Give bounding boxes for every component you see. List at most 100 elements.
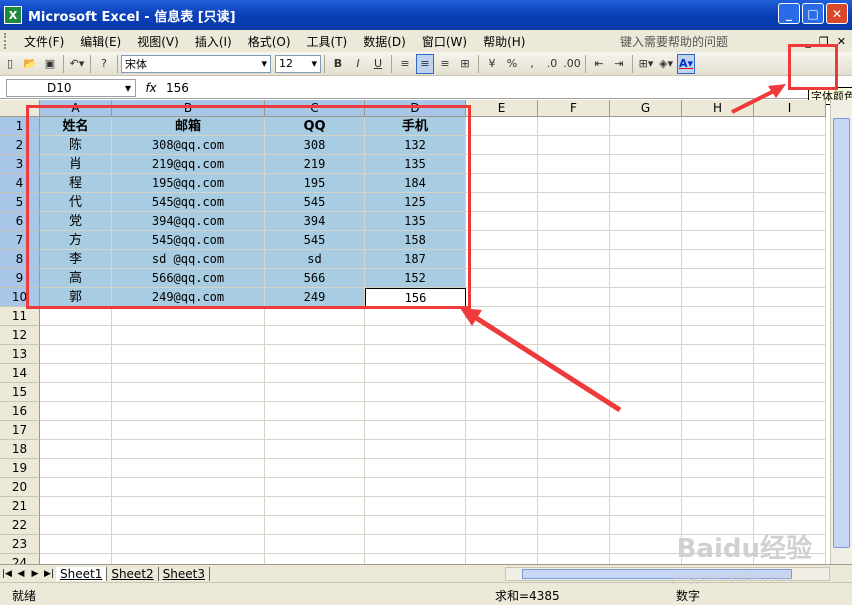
cell-f4[interactable] [538, 174, 610, 193]
cell-d15[interactable] [365, 383, 466, 402]
align-right-icon[interactable]: ≡ [436, 54, 454, 74]
cell-d17[interactable] [365, 421, 466, 440]
font-color-button[interactable]: A▾ [677, 53, 695, 74]
cell-e2[interactable] [466, 136, 538, 155]
cell-c12[interactable] [265, 326, 365, 345]
cell-e14[interactable] [466, 364, 538, 383]
cell-a10[interactable]: 郭 [40, 288, 112, 307]
cell-g15[interactable] [610, 383, 682, 402]
cell-a14[interactable] [40, 364, 112, 383]
close-button[interactable]: ✕ [826, 3, 848, 24]
cell-e24[interactable] [466, 554, 538, 564]
cell-c23[interactable] [265, 535, 365, 554]
cell-d22[interactable] [365, 516, 466, 535]
cell-e21[interactable] [466, 497, 538, 516]
help-search-input[interactable]: 键入需要帮助的问题 [620, 33, 728, 50]
cell-g8[interactable] [610, 250, 682, 269]
row-header-13[interactable]: 13 [0, 345, 40, 364]
cell-b7[interactable]: 545@qq.com [112, 231, 265, 250]
row-header-17[interactable]: 17 [0, 421, 40, 440]
cell-h11[interactable] [682, 307, 754, 326]
sheet-tab-3[interactable]: Sheet3 [159, 566, 210, 581]
cell-e5[interactable] [466, 193, 538, 212]
menu-edit[interactable]: 编辑(E) [72, 33, 129, 50]
cell-c15[interactable] [265, 383, 365, 402]
cell-d20[interactable] [365, 478, 466, 497]
cell-a16[interactable] [40, 402, 112, 421]
cell-b12[interactable] [112, 326, 265, 345]
cell-c6[interactable]: 394 [265, 212, 365, 231]
cell-b11[interactable] [112, 307, 265, 326]
cell-a23[interactable] [40, 535, 112, 554]
cell-c7[interactable]: 545 [265, 231, 365, 250]
column-header-b[interactable]: B [112, 100, 265, 117]
cell-d13[interactable] [365, 345, 466, 364]
row-header-16[interactable]: 16 [0, 402, 40, 421]
cell-a17[interactable] [40, 421, 112, 440]
cell-b16[interactable] [112, 402, 265, 421]
row-header-19[interactable]: 19 [0, 459, 40, 478]
cell-c3[interactable]: 219 [265, 155, 365, 174]
cell-g14[interactable] [610, 364, 682, 383]
cell-d6[interactable]: 135 [365, 212, 466, 231]
cell-h15[interactable] [682, 383, 754, 402]
cell-a1[interactable]: 姓名 [40, 117, 112, 136]
cell-d24[interactable] [365, 554, 466, 564]
column-header-a[interactable]: A [40, 100, 112, 117]
row-header-1[interactable]: 1 [0, 117, 40, 136]
cell-c24[interactable] [265, 554, 365, 564]
cell-a8[interactable]: 李 [40, 250, 112, 269]
cell-e8[interactable] [466, 250, 538, 269]
column-header-e[interactable]: E [466, 100, 538, 117]
doc-minimize-button[interactable]: _ [805, 35, 811, 48]
cell-f3[interactable] [538, 155, 610, 174]
menu-data[interactable]: 数据(D) [355, 33, 414, 50]
cell-d1[interactable]: 手机 [365, 117, 466, 136]
decrease-decimal-icon[interactable]: .00 [563, 54, 581, 74]
row-header-24[interactable]: 24 [0, 554, 40, 564]
cell-f22[interactable] [538, 516, 610, 535]
cell-g13[interactable] [610, 345, 682, 364]
cell-f1[interactable] [538, 117, 610, 136]
row-header-12[interactable]: 12 [0, 326, 40, 345]
new-icon[interactable]: ▯ [1, 54, 19, 74]
cell-g1[interactable] [610, 117, 682, 136]
cell-f23[interactable] [538, 535, 610, 554]
cell-g12[interactable] [610, 326, 682, 345]
cell-e4[interactable] [466, 174, 538, 193]
cell-i2[interactable] [754, 136, 826, 155]
cell-i16[interactable] [754, 402, 826, 421]
function-icon[interactable]: fx [136, 81, 166, 95]
column-header-i[interactable]: I [754, 100, 826, 117]
cell-a15[interactable] [40, 383, 112, 402]
cell-g18[interactable] [610, 440, 682, 459]
cell-d23[interactable] [365, 535, 466, 554]
font-size-select[interactable]: 12 ▾ [275, 54, 321, 73]
cell-a9[interactable]: 高 [40, 269, 112, 288]
cell-c5[interactable]: 545 [265, 193, 365, 212]
cell-a13[interactable] [40, 345, 112, 364]
cell-e22[interactable] [466, 516, 538, 535]
cell-g23[interactable] [610, 535, 682, 554]
cell-e18[interactable] [466, 440, 538, 459]
cell-e19[interactable] [466, 459, 538, 478]
cell-i5[interactable] [754, 193, 826, 212]
cell-g4[interactable] [610, 174, 682, 193]
cell-d18[interactable] [365, 440, 466, 459]
row-header-11[interactable]: 11 [0, 307, 40, 326]
cell-g6[interactable] [610, 212, 682, 231]
cell-b14[interactable] [112, 364, 265, 383]
cell-h20[interactable] [682, 478, 754, 497]
cell-e11[interactable] [466, 307, 538, 326]
cell-i14[interactable] [754, 364, 826, 383]
cell-d12[interactable] [365, 326, 466, 345]
cell-i3[interactable] [754, 155, 826, 174]
cell-a19[interactable] [40, 459, 112, 478]
cell-f8[interactable] [538, 250, 610, 269]
font-name-select[interactable]: 宋体 ▾ [121, 54, 271, 73]
cell-h17[interactable] [682, 421, 754, 440]
row-header-6[interactable]: 6 [0, 212, 40, 231]
row-header-22[interactable]: 22 [0, 516, 40, 535]
cell-h2[interactable] [682, 136, 754, 155]
row-header-20[interactable]: 20 [0, 478, 40, 497]
